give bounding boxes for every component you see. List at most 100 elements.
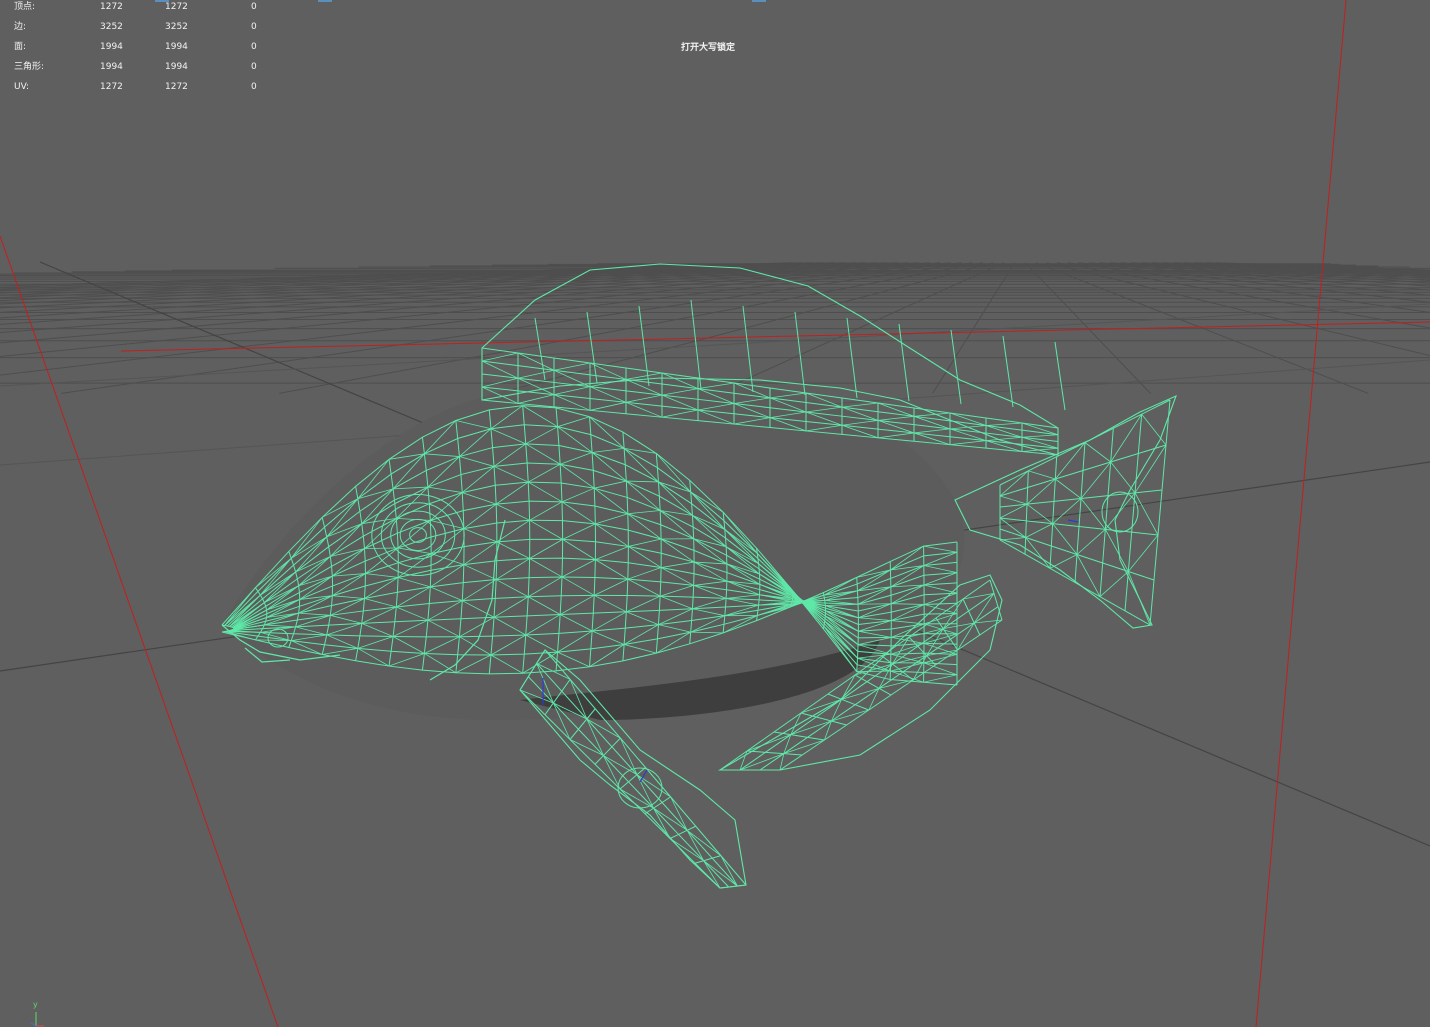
tail-fin-wire (1055, 478, 1082, 499)
tail-fin-wire (1099, 571, 1129, 597)
ventral-fin-wire (957, 622, 975, 651)
ventral-fin-wire (989, 579, 1003, 621)
hud-row-triangles: 三角形: 1994 1994 0 (0, 59, 270, 75)
ventral-fin-wire (841, 687, 880, 700)
pectoral-joint-ring (617, 767, 663, 809)
view-axis-gizmo: y (14, 1000, 44, 1027)
hud-row-uvs: UV: 1272 1272 0 (0, 79, 270, 95)
dorsal-fin-ray (898, 323, 910, 402)
dorsal-fin-wire (553, 362, 591, 371)
dorsal-fin-ray (742, 305, 754, 393)
tail-fin-wire (1028, 470, 1056, 480)
tail-fin-wire (1110, 461, 1136, 494)
hud-value: 0 (251, 42, 257, 52)
hud-value: 1994 (165, 62, 188, 72)
tail-fin-wire (1141, 413, 1167, 446)
grid-line (1024, 262, 1151, 394)
ventral-fin-wire (831, 709, 869, 722)
tail-fin-wire (1128, 534, 1159, 572)
ventral-fin-wire (973, 593, 995, 624)
tail-fin-wire (1025, 537, 1051, 569)
tail-fin-wire (1026, 478, 1056, 505)
hud-value: 1272 (165, 82, 188, 92)
ventral-fin-wire (790, 720, 832, 736)
tail-fin-wire (1049, 554, 1078, 569)
pectoral-fin-wire (719, 884, 747, 889)
dorsal-fin-wire (913, 428, 951, 434)
hud-value: 0 (251, 22, 257, 32)
tail-fin-wire (1127, 571, 1151, 626)
ventral-fin-wire (773, 731, 825, 741)
hud-row-edges: 边: 3252 3252 0 (0, 19, 270, 35)
ventral-fin-wire (739, 753, 784, 771)
hud-label: 三角形: (14, 62, 45, 72)
dorsal-fin-wire (517, 369, 555, 379)
tail-fin-wire (1025, 523, 1053, 538)
fish-body-wire (923, 674, 958, 683)
pectoral-fin-wire (669, 825, 696, 839)
dorsal-fin-wire (985, 436, 1023, 441)
hud-value: 1994 (165, 42, 188, 52)
hud-value: 1272 (100, 2, 123, 12)
tail-fin-wire (1024, 470, 1029, 555)
tail-fin-wire (1149, 399, 1171, 626)
grid-line (1035, 262, 1369, 394)
dorsal-fin-wire (877, 415, 915, 421)
tail-fin-wire (1080, 461, 1111, 499)
caps-lock-message: 打开大写锁定 (681, 43, 736, 53)
pectoral-fin-wire (703, 860, 738, 887)
hud-value: 1994 (100, 42, 123, 52)
pectoral-fin-wire (586, 718, 604, 756)
grid-line (1141, 262, 1430, 279)
dorsal-fin-wire (949, 440, 987, 446)
axis-gizmo-icon (30, 1012, 44, 1027)
ventral-fin-wire (783, 739, 825, 755)
hud-label: 面: (14, 42, 27, 52)
ventral-fin-wire (912, 655, 927, 681)
hud-value: 1994 (100, 62, 123, 72)
pectoral-fin-wire (669, 838, 704, 862)
grid-line (0, 262, 962, 376)
dorsal-fin-ray (534, 317, 546, 381)
axis-line (1255, 0, 1347, 1027)
tail-fin-wire (999, 537, 1026, 541)
dorsal-fin-ray (1054, 341, 1066, 411)
dorsal-fin-wire (913, 412, 951, 417)
hud-label: 顶点: (14, 2, 36, 12)
grid-line (1194, 262, 1430, 273)
ventral-fin-wire (746, 750, 803, 756)
tail-fin-wire (1084, 442, 1111, 463)
pectoral-fin-wire (569, 739, 604, 756)
tail-fin-wire (1124, 414, 1143, 611)
ventral-fin-wire (878, 679, 914, 689)
dorsal-fin-ray (1002, 335, 1014, 408)
tail-fin-wire (999, 495, 1028, 505)
tail-fin-wire (1105, 492, 1136, 530)
tail-fin-wire (999, 517, 1026, 538)
hud-value: 1272 (100, 82, 123, 92)
hud-label: 边: (14, 22, 27, 32)
hud-value: 0 (251, 62, 257, 72)
tail-fin-wire (1134, 444, 1167, 494)
grid-line (1184, 262, 1430, 274)
scene-canvas[interactable] (0, 0, 1430, 1027)
hud-row-faces: 面: 1994 1994 0 (0, 39, 270, 55)
tail-fin-wire (1052, 498, 1082, 524)
tail-fin-wire (1052, 523, 1078, 555)
ventral-fin-wire (746, 734, 791, 752)
tail-fin-wire (1076, 529, 1106, 555)
hud-value: 0 (251, 82, 257, 92)
tail-fin-wire (1110, 413, 1143, 463)
viewport-3d[interactable]: 顶点: 1272 1272 0 边: 3252 3252 0 面: 1994 1… (0, 0, 1430, 1027)
pivot-marker (1067, 519, 1079, 523)
hud-row-vertices: 顶点: 1272 1272 0 (0, 0, 270, 15)
pectoral-fin-wire (686, 830, 722, 856)
hud-value: 1272 (165, 2, 188, 12)
dorsal-fin-wire (841, 402, 879, 408)
grid-line (714, 262, 1005, 394)
tail-joint-ring (1101, 491, 1139, 533)
hud-value: 0 (251, 2, 257, 12)
pectoral-fin-wire (694, 855, 722, 864)
dorsal-fin-ray (638, 305, 650, 387)
axis-line (120, 321, 1430, 352)
